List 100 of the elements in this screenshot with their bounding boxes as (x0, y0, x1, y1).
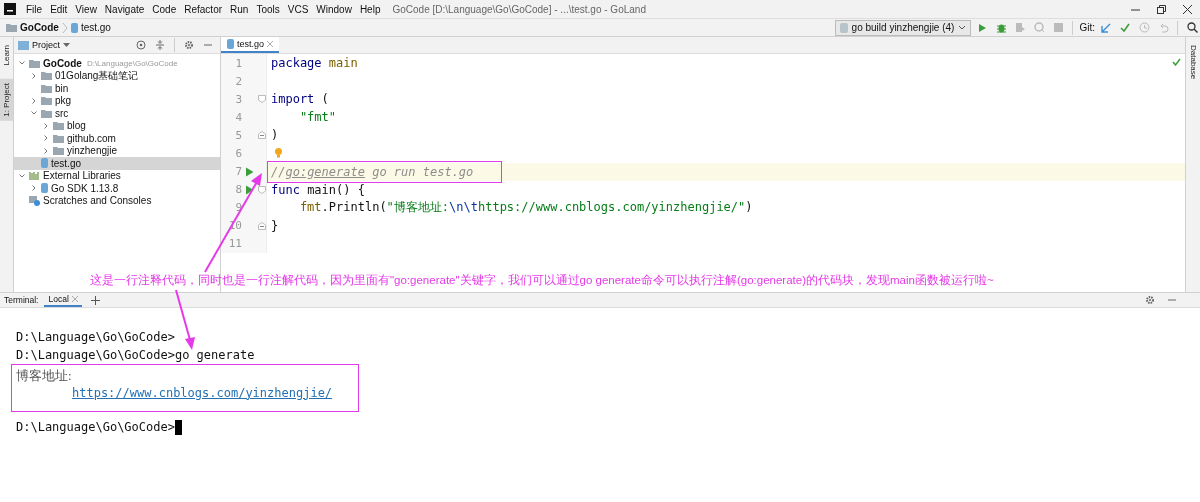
line-number: 9 (234, 201, 242, 215)
folder-icon (41, 96, 52, 106)
line-number: 5 (234, 128, 242, 142)
window-title: GoCode [D:\Language\Go\GoCode] - ...\test.go - GoLand (392, 3, 647, 15)
menu-item[interactable]: View (71, 3, 101, 15)
menu-item[interactable]: Window (312, 3, 356, 15)
fold-icon[interactable] (258, 131, 266, 140)
chevron-icon (61, 21, 68, 34)
tool-window-tab[interactable]: Database (1186, 41, 1200, 84)
tree-label: yinzhengjie (67, 145, 118, 157)
terminal-line: D:\Language\Go\GoCode> (16, 420, 175, 434)
menu-item[interactable]: Tools (252, 3, 284, 15)
tree-item[interactable]: GoCode D:\Language\Go\GoCode (14, 57, 220, 70)
scratches-icon (29, 195, 40, 206)
file-icon (839, 22, 848, 33)
menu-item[interactable]: Code (148, 3, 181, 15)
folder-icon (41, 83, 52, 93)
tool-window-tab[interactable]: Learn (0, 41, 13, 70)
folder-icon (53, 121, 64, 131)
code-line: fmt.Println("博客地址:\n\thttps://www.cnblogs.com/yinzhengjie/") (298, 199, 754, 217)
menu-item[interactable]: File (22, 3, 47, 15)
folder-icon (41, 71, 52, 81)
line-number: 6 (234, 147, 242, 160)
terminal-link[interactable]: https://www.cnblogs.com/yinzhengjie/ (72, 384, 354, 401)
run-config-dropdown[interactable]: go build yinzhengjie (4) (834, 19, 972, 36)
tree-item[interactable]: 01Golang基础笔记 (14, 69, 220, 82)
editor-tab[interactable]: test.go (221, 37, 280, 53)
tree-item[interactable]: bin (14, 82, 220, 95)
tree-item[interactable]: src (14, 107, 220, 120)
caret-icon[interactable] (63, 42, 70, 48)
menu-item[interactable]: Edit (46, 3, 72, 15)
library-icon (29, 171, 40, 181)
tree-label: 01Golang基础笔记 (55, 68, 139, 83)
panel-title[interactable]: Project (32, 40, 60, 50)
line-number: 7 (234, 165, 242, 179)
line-number: 3 (234, 92, 242, 106)
check-icon (1172, 58, 1181, 66)
tree-item[interactable]: Go SDK 1.13.8 (14, 182, 220, 195)
run-icon[interactable] (245, 184, 254, 195)
tree-label: github.com (67, 132, 116, 144)
annotation-text: 这是一行注释代码，同时也是一行注解代码，因为里面有"go:generate"关键字，我们可以通过go generate命令可以执行注解(go:generate)的代码块，发现main函数被运行啦~ (90, 273, 994, 288)
menu-item[interactable]: Run (226, 3, 253, 15)
line-number: 1 (234, 56, 242, 70)
restore-icon[interactable] (1156, 4, 1166, 14)
terminal-tab[interactable]: Local (44, 293, 82, 307)
folder-icon (29, 58, 40, 68)
tree-item[interactable]: pkg (14, 94, 220, 107)
file-icon (41, 158, 48, 169)
breadcrumb-item[interactable]: GoCode (20, 22, 59, 33)
code-line: } (270, 217, 280, 234)
app-logo-icon (4, 3, 16, 15)
file-icon (70, 22, 78, 33)
window-icon (18, 40, 29, 50)
caret-icon[interactable] (958, 24, 967, 31)
code-line: func main() { (270, 181, 366, 198)
terminal-line: D:\Language\Go\GoCode> (16, 330, 175, 344)
menu-item[interactable]: Refactor (180, 3, 227, 15)
tree-label: External Libraries (43, 170, 121, 182)
run-icon[interactable] (245, 166, 254, 177)
menu-item[interactable]: Help (355, 3, 385, 15)
fold-icon[interactable] (258, 221, 266, 230)
folder-icon (6, 23, 17, 32)
code-line: package main (270, 55, 359, 72)
tree-item[interactable]: Scratches and Consoles (14, 194, 220, 207)
line-number: 2 (234, 74, 242, 88)
line-number: 11 (227, 237, 242, 251)
tree-label: Scratches and Consoles (43, 195, 152, 207)
annotation-arrow (175, 289, 195, 350)
terminal-output: 博客地址: (16, 367, 73, 384)
menu-item[interactable]: Navigate (100, 3, 149, 15)
lightbulb-icon[interactable] (275, 148, 282, 159)
tree-item[interactable]: blog (14, 119, 220, 132)
tree-item[interactable]: github.com (14, 132, 220, 145)
tree-label: src (55, 107, 69, 119)
target-icon[interactable] (133, 37, 149, 53)
terminal-line: D:\Language\Go\GoCode>go generate (16, 348, 255, 362)
tree-label: GoCode (43, 57, 82, 69)
tree-label: pkg (55, 95, 72, 107)
tree-label: Go SDK 1.13.8 (51, 182, 119, 194)
line-number: 8 (234, 183, 242, 197)
tree-item[interactable]: test.go (14, 157, 220, 170)
breadcrumb-item[interactable]: test.go (80, 22, 111, 33)
folder-icon (53, 133, 64, 143)
folder-icon (41, 108, 52, 118)
tree-item[interactable]: yinzhengjie (14, 144, 220, 157)
file-icon (41, 183, 48, 194)
code-line: import ( (270, 91, 330, 108)
menu-item[interactable]: VCS (283, 3, 313, 15)
tree-label: bin (55, 82, 69, 94)
fold-icon[interactable] (258, 185, 266, 194)
file-icon (227, 39, 234, 49)
tree-label: test.go (51, 157, 82, 169)
tree-item[interactable]: External Libraries (14, 169, 220, 182)
code-line: ) (270, 127, 280, 144)
fold-icon[interactable] (258, 95, 266, 104)
tool-window-tab[interactable]: 1: Project (0, 79, 13, 122)
close-icon[interactable] (1182, 4, 1192, 14)
code-line: "fmt" (298, 109, 338, 126)
line-number: 4 (234, 110, 242, 124)
terminal-label: Terminal: (4, 295, 39, 305)
